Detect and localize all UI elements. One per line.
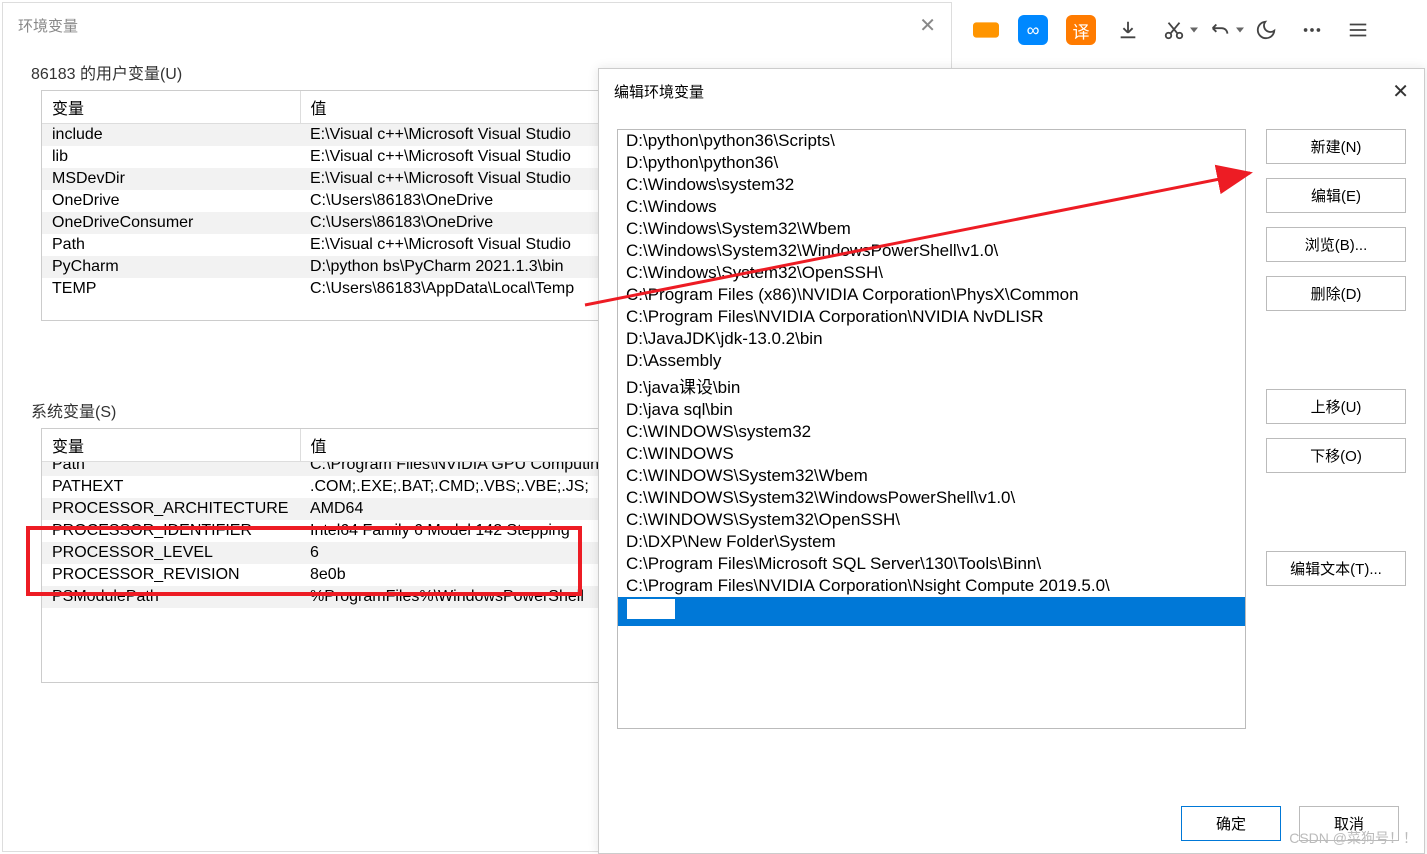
edittext-button[interactable]: 编辑文本(T)... (1266, 551, 1406, 586)
new-path-entry[interactable] (618, 597, 1245, 626)
moon-icon[interactable] (1252, 16, 1280, 44)
more-icon[interactable] (1298, 16, 1326, 44)
browse-button[interactable]: 浏览(B)... (1266, 227, 1406, 262)
list-item[interactable]: C:\Windows (618, 196, 1245, 218)
close-icon[interactable]: ✕ (919, 13, 936, 38)
cut-icon[interactable] (1160, 16, 1188, 44)
menu-icon[interactable] (1344, 16, 1372, 44)
path-list[interactable]: D:\python\python36\Scripts\D:\python\pyt… (617, 129, 1246, 729)
list-item[interactable]: C:\Windows\System32\Wbem (618, 218, 1245, 240)
list-item[interactable]: D:\java sql\bin (618, 399, 1245, 421)
close-icon[interactable]: ✕ (1392, 79, 1409, 104)
list-item[interactable]: C:\WINDOWS\System32\OpenSSH\ (618, 509, 1245, 531)
list-item[interactable]: C:\Program Files\Microsoft SQL Server\13… (618, 553, 1245, 575)
dialog2-title: 编辑环境变量 (614, 81, 704, 102)
dialog-title: 环境变量 (3, 3, 951, 48)
list-item[interactable]: C:\Program Files\NVIDIA Corporation\Nsig… (618, 575, 1245, 597)
list-item[interactable]: C:\Windows\system32 (618, 174, 1245, 196)
list-item[interactable]: C:\Program Files (x86)\NVIDIA Corporatio… (618, 284, 1245, 306)
list-item[interactable]: C:\Program Files\NVIDIA Corporation\NVID… (618, 306, 1245, 328)
moveup-button[interactable]: 上移(U) (1266, 389, 1406, 424)
watermark: CSDN @菜狗号！！ (1289, 828, 1417, 848)
list-item[interactable]: D:\java课设\bin (618, 372, 1245, 399)
list-item[interactable]: C:\Windows\System32\OpenSSH\ (618, 262, 1245, 284)
browser-toolbar: ∞ 译 (957, 0, 1427, 60)
infinity-icon[interactable]: ∞ (1018, 15, 1048, 45)
list-item[interactable]: D:\JavaJDK\jdk-13.0.2\bin (618, 328, 1245, 350)
undo-icon[interactable] (1206, 16, 1234, 44)
translate-icon[interactable]: 译 (1066, 15, 1096, 45)
list-item[interactable]: D:\python\python36\ (618, 152, 1245, 174)
col-variable[interactable]: 变量 (42, 91, 300, 124)
list-item[interactable]: C:\WINDOWS\System32\Wbem (618, 465, 1245, 487)
list-item[interactable]: C:\WINDOWS\System32\WindowsPowerShell\v1… (618, 487, 1245, 509)
movedown-button[interactable]: 下移(O) (1266, 438, 1406, 473)
list-item[interactable]: D:\DXP\New Folder\System (618, 531, 1245, 553)
list-item[interactable]: C:\Windows\System32\WindowsPowerShell\v1… (618, 240, 1245, 262)
delete-button[interactable]: 删除(D) (1266, 276, 1406, 311)
edit-button[interactable]: 编辑(E) (1266, 178, 1406, 213)
list-item[interactable]: D:\Assembly (618, 350, 1245, 372)
edit-env-var-dialog: 编辑环境变量 ✕ D:\python\python36\Scripts\D:\p… (598, 68, 1425, 854)
path-edit-input[interactable] (626, 598, 676, 620)
list-item[interactable]: C:\WINDOWS\system32 (618, 421, 1245, 443)
download-icon[interactable] (1114, 16, 1142, 44)
ok-button[interactable]: 确定 (1181, 806, 1281, 841)
list-item[interactable]: D:\python\python36\Scripts\ (618, 130, 1245, 152)
list-item[interactable]: C:\WINDOWS (618, 443, 1245, 465)
col-variable[interactable]: 变量 (42, 429, 300, 462)
gamepad-icon[interactable] (972, 16, 1000, 44)
new-button[interactable]: 新建(N) (1266, 129, 1406, 164)
